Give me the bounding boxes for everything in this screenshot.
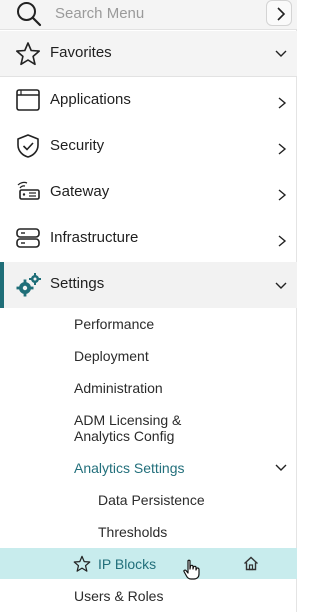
chevron-right-icon	[278, 97, 287, 109]
submenu-users-roles[interactable]: Users & Roles	[74, 588, 163, 604]
submenu-adm-licensing-line1: ADM Licensing &	[74, 412, 182, 428]
menu-item-gateway[interactable]: Gateway	[0, 170, 297, 216]
home-icon[interactable]	[243, 556, 259, 571]
menu-item-applications[interactable]: Applications	[0, 78, 297, 124]
submenu-analytics-settings[interactable]: Analytics Settings	[74, 460, 185, 476]
menu-item-label: Settings	[50, 275, 105, 292]
server-icon	[16, 228, 40, 248]
search-icon	[17, 2, 42, 27]
chevron-down-icon	[275, 282, 287, 289]
menu-item-label: Applications	[50, 91, 131, 108]
menu-item-security[interactable]: Security	[0, 124, 297, 170]
chevron-down-icon[interactable]	[274, 463, 288, 473]
search-input[interactable]: Search Menu	[55, 5, 144, 22]
active-indicator	[0, 262, 4, 308]
chevron-right-icon	[278, 143, 287, 155]
submenu-adm-licensing[interactable]: ADM Licensing & Analytics Config	[74, 412, 181, 444]
chevron-down-icon	[275, 50, 287, 57]
submenu-administration[interactable]: Administration	[74, 380, 163, 396]
submenu-deployment[interactable]: Deployment	[74, 348, 149, 364]
menu-item-label: Gateway	[50, 183, 110, 200]
collapse-menu-button[interactable]	[266, 0, 292, 26]
submenu-ip-blocks[interactable]: IP Blocks	[0, 548, 297, 580]
star-icon	[15, 42, 41, 66]
submenu-thresholds[interactable]: Thresholds	[98, 524, 167, 540]
menu-item-settings[interactable]: Settings	[0, 262, 297, 308]
favorites-label: Favorites	[50, 44, 112, 61]
star-icon[interactable]	[73, 555, 91, 573]
submenu-performance[interactable]: Performance	[74, 316, 154, 332]
gears-icon	[16, 273, 41, 297]
menu-item-label: Security	[50, 137, 105, 154]
search-bar[interactable]: Search Menu	[0, 0, 297, 30]
favorites-section[interactable]: Favorites	[0, 31, 297, 77]
hand-pointer-icon	[183, 559, 200, 580]
navigation-panel: Search Menu Favorites Applications Secur…	[0, 0, 297, 612]
submenu-data-persistence[interactable]: Data Persistence	[98, 492, 205, 508]
shield-check-icon	[17, 134, 39, 158]
window-icon	[16, 89, 40, 111]
chevron-right-icon	[278, 189, 287, 201]
menu-item-label: Infrastructure	[50, 229, 139, 246]
menu-item-infrastructure[interactable]: Infrastructure	[0, 216, 297, 262]
submenu-adm-licensing-line2: Analytics Config	[74, 428, 175, 444]
gateway-icon	[17, 181, 40, 200]
chevron-right-icon	[278, 235, 287, 247]
ip-blocks-label: IP Blocks	[98, 556, 157, 572]
chevron-right-icon	[277, 7, 286, 21]
